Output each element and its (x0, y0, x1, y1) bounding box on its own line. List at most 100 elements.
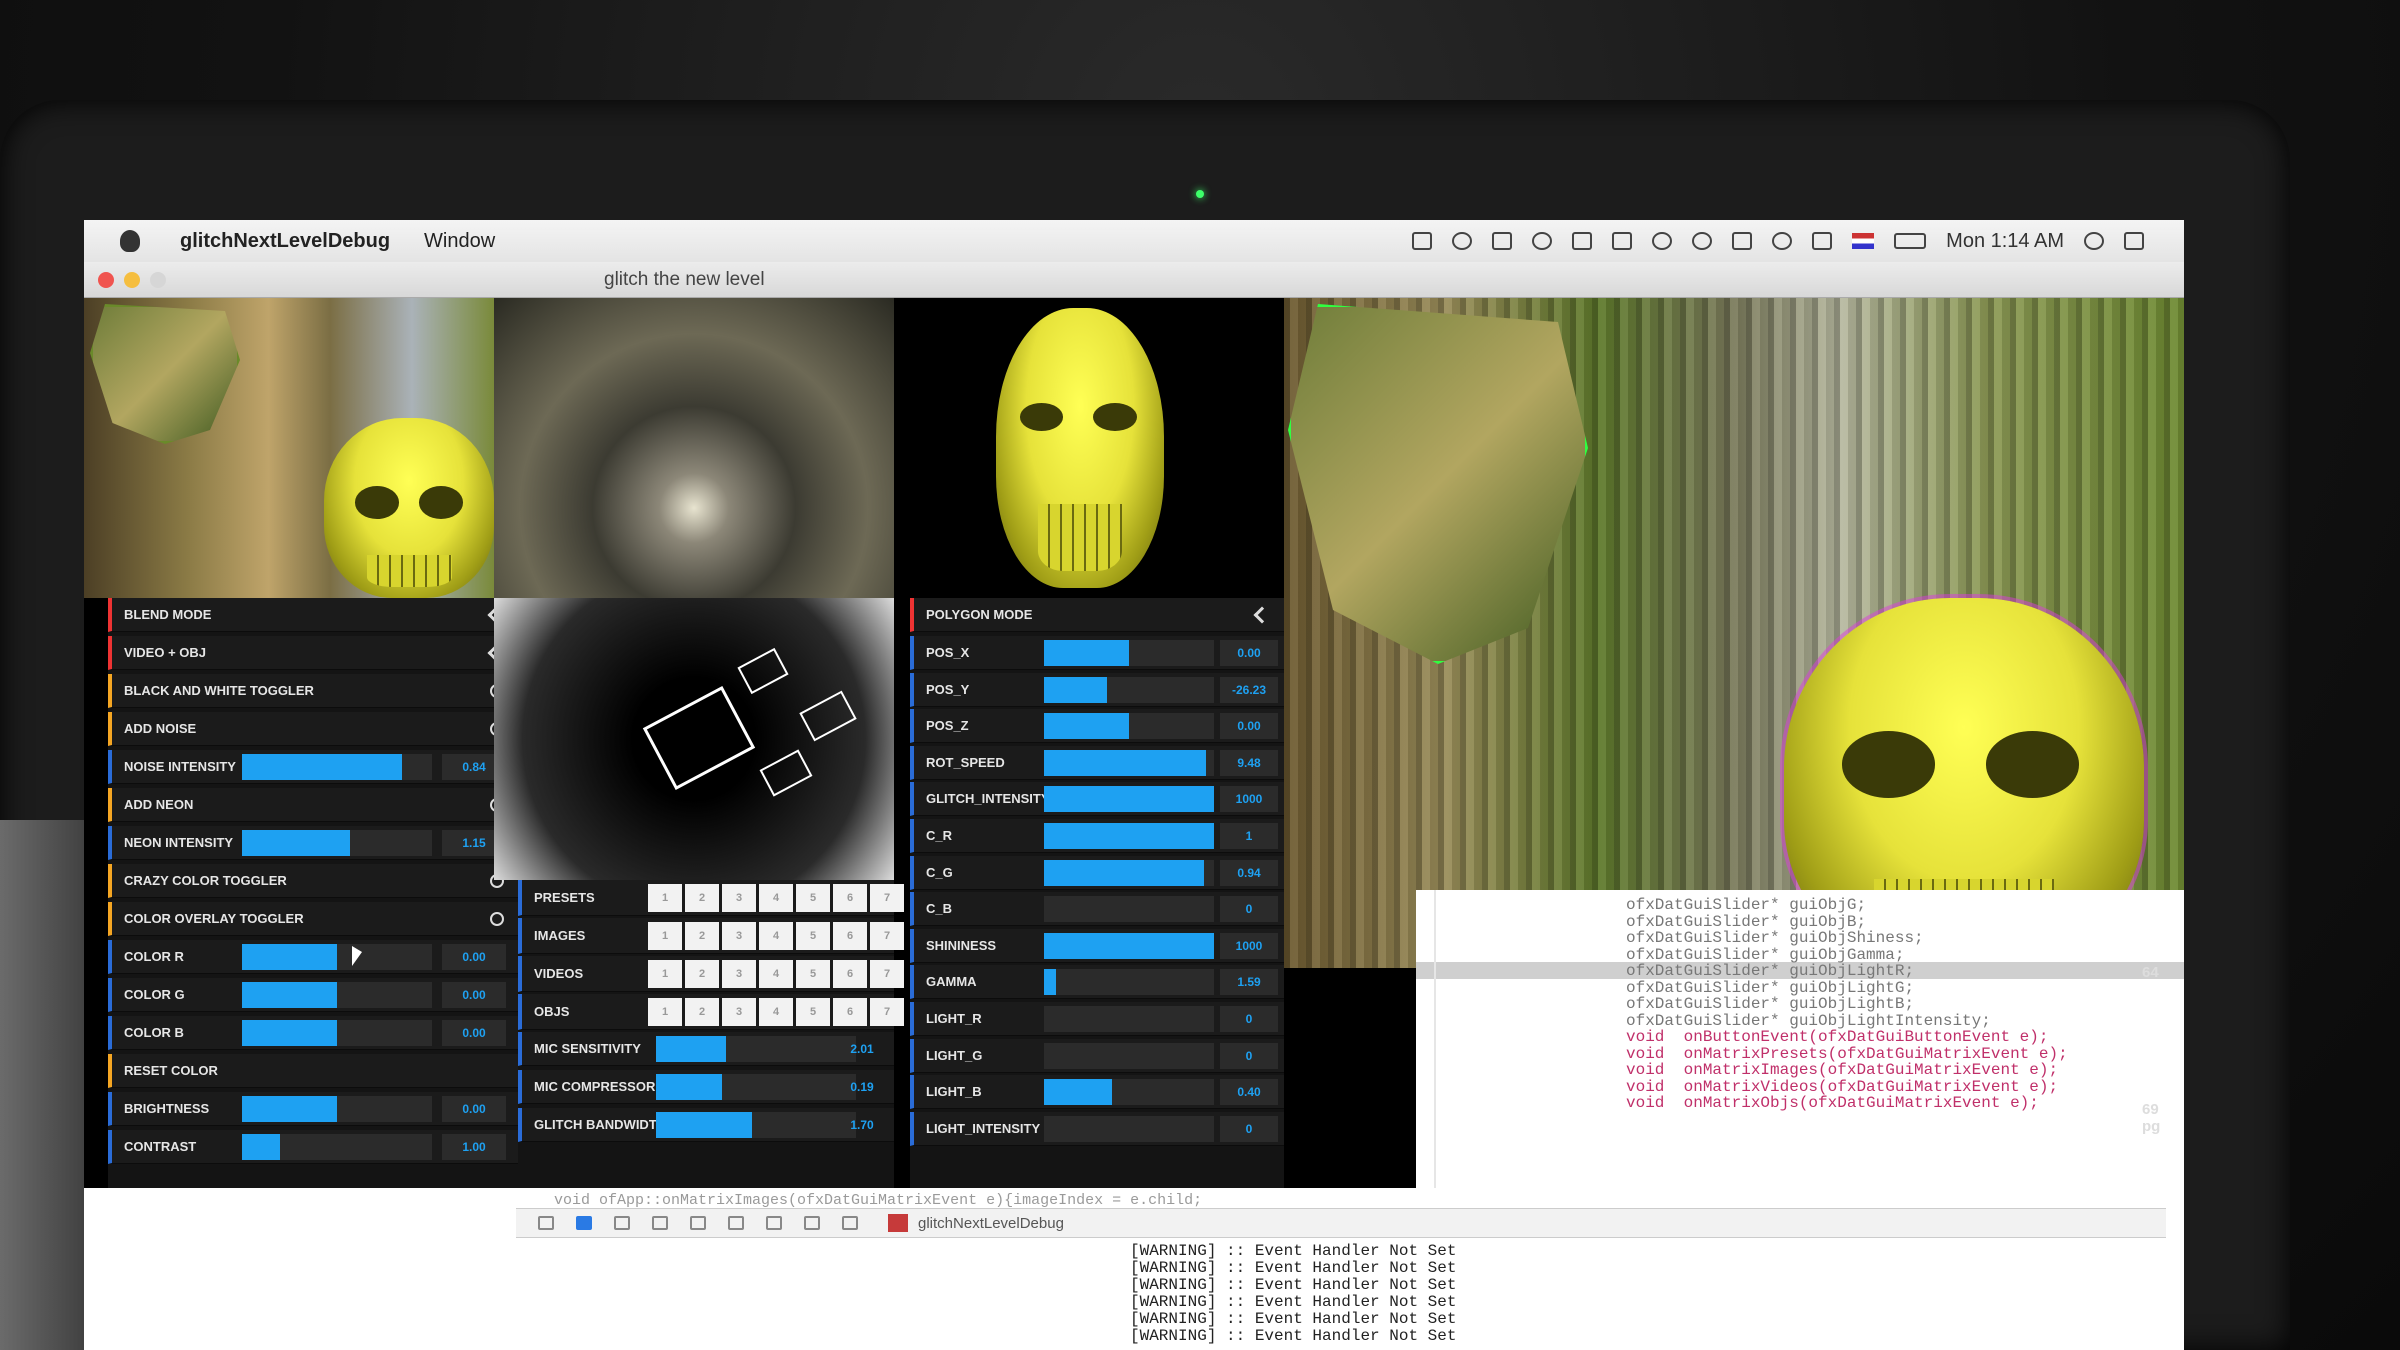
slider-value[interactable]: 0 (1220, 896, 1278, 923)
neon-intensity-slider[interactable]: NEON INTENSITY 1.15 (108, 826, 518, 860)
debug-console[interactable]: [WARNING] :: Event Handler Not Set [WARNI… (1130, 1242, 1456, 1345)
slider-value[interactable]: 1000 (1220, 786, 1278, 813)
bluetooth-icon[interactable] (1732, 232, 1753, 250)
hide-debug-area-icon[interactable] (538, 1216, 554, 1230)
slider-track[interactable] (1044, 640, 1214, 666)
debug-target[interactable]: glitchNextLevelDebug (888, 1214, 1064, 1232)
matrix-cell[interactable]: 3 (722, 922, 756, 950)
mic-sensitivity-slider[interactable]: MIC SENSITIVITY 2.01 (518, 1032, 894, 1066)
slider-value[interactable]: 1.70 (832, 1112, 892, 1138)
matrix-cell[interactable]: 6 (833, 922, 867, 950)
apple-menu-icon[interactable] (120, 230, 140, 252)
slider-track[interactable] (1044, 1079, 1214, 1106)
slider-track[interactable] (242, 1096, 432, 1122)
slider-rot-speed[interactable]: ROT_SPEED 9.48 (910, 745, 1284, 780)
slider-track[interactable] (1044, 676, 1214, 703)
slider-track[interactable] (242, 1020, 432, 1046)
slider-value[interactable]: 2.01 (832, 1036, 892, 1062)
slider-track[interactable] (242, 944, 432, 970)
slider-value[interactable]: 9.48 (1220, 749, 1278, 776)
matrix-buttons[interactable]: 1234567 (648, 922, 904, 950)
slider-pos-x[interactable]: POS_X 0.00 (910, 636, 1284, 670)
slider-track[interactable] (1044, 1042, 1214, 1069)
slider-glitch-intensity[interactable]: GLITCH_INTENSITY 1000 (910, 782, 1284, 817)
matrix-cell[interactable]: 4 (759, 960, 793, 988)
bookmark-icon[interactable] (1492, 232, 1513, 250)
slider-track[interactable] (242, 982, 432, 1008)
airplay-icon[interactable] (1612, 232, 1633, 250)
matrix-cell[interactable]: 1 (648, 998, 682, 1026)
video-obj-dropdown[interactable]: VIDEO + OBJ (108, 636, 518, 670)
slider-track[interactable] (656, 1112, 856, 1138)
color-b-slider[interactable]: COLOR B 0.00 (108, 1016, 518, 1050)
slider-c-b[interactable]: C_B 0 (910, 892, 1284, 927)
record-icon[interactable] (1532, 232, 1553, 250)
dropbox-icon[interactable] (1412, 232, 1433, 250)
evernote-icon[interactable] (1572, 232, 1593, 250)
slider-track[interactable] (242, 754, 432, 780)
zoom-window-button[interactable] (150, 272, 166, 288)
color-overlay-toggle[interactable]: COLOR OVERLAY TOGGLER (108, 902, 518, 936)
matrix-cell[interactable]: 3 (722, 998, 756, 1026)
slider-track[interactable] (1044, 749, 1214, 776)
matrix-cell[interactable]: 6 (833, 960, 867, 988)
matrix-cell[interactable]: 5 (796, 884, 830, 912)
matrix-cell[interactable]: 2 (685, 884, 719, 912)
close-window-button[interactable] (98, 272, 114, 288)
clock[interactable]: Mon 1:14 AM (1946, 230, 2064, 253)
sync-icon[interactable] (1452, 232, 1473, 250)
breakpoints-icon[interactable] (576, 1216, 592, 1230)
slider-track[interactable] (1044, 859, 1214, 886)
matrix-cell[interactable]: 3 (722, 884, 756, 912)
slider-track[interactable] (1044, 896, 1214, 923)
slider-value[interactable]: 0 (1220, 1115, 1278, 1142)
view-hierarchy-icon[interactable] (766, 1216, 782, 1230)
color-r-slider[interactable]: COLOR R 0.00 (108, 940, 518, 974)
contrast-slider[interactable]: CONTRAST 1.00 (108, 1130, 518, 1164)
add-noise-toggle[interactable]: ADD NOISE (108, 712, 518, 746)
step-over-icon[interactable] (652, 1216, 668, 1230)
slider-value[interactable]: 1 (1220, 823, 1278, 849)
slider-light-r[interactable]: LIGHT_R 0 (910, 1002, 1284, 1036)
noise-intensity-slider[interactable]: NOISE INTENSITY 0.84 (108, 750, 518, 784)
matrix-cell[interactable]: 1 (648, 884, 682, 912)
slider-track[interactable] (1044, 786, 1214, 813)
slider-value[interactable]: 0.00 (442, 944, 506, 970)
blend-mode-dropdown[interactable]: BLEND MODE (108, 598, 518, 632)
slider-track[interactable] (1044, 1115, 1214, 1142)
slider-track[interactable] (1044, 969, 1214, 996)
slider-value[interactable]: 0.00 (442, 982, 506, 1008)
slider-light-intensity[interactable]: LIGHT_INTENSITY 0 (910, 1111, 1284, 1146)
matrix-cell[interactable]: 2 (685, 960, 719, 988)
matrix-cell[interactable]: 4 (759, 884, 793, 912)
slider-value[interactable]: 0.94 (1220, 859, 1278, 886)
reset-color-button[interactable]: RESET COLOR (108, 1054, 518, 1088)
slider-pos-y[interactable]: POS_Y -26.23 (910, 672, 1284, 707)
matrix-cell[interactable]: 7 (870, 922, 904, 950)
add-neon-toggle[interactable]: ADD NEON (108, 788, 518, 822)
volume-icon[interactable] (1812, 232, 1833, 250)
slider-value[interactable]: 1.59 (1220, 969, 1278, 996)
notification-center-icon[interactable] (2124, 232, 2144, 250)
step-into-icon[interactable] (690, 1216, 706, 1230)
crazy-color-toggle[interactable]: CRAZY COLOR TOGGLER (108, 864, 518, 898)
slider-value[interactable]: 1000 (1220, 932, 1278, 959)
slider-track[interactable] (1044, 713, 1214, 740)
black-white-toggle[interactable]: BLACK AND WHITE TOGGLER (108, 674, 518, 708)
polygon-mode-dropdown[interactable]: POLYGON MODE (910, 598, 1284, 632)
matrix-buttons[interactable]: 1234567 (648, 998, 904, 1026)
slider-pos-z[interactable]: POS_Z 0.00 (910, 709, 1284, 744)
matrix-cell[interactable]: 6 (833, 998, 867, 1026)
slider-value[interactable]: 0.19 (832, 1074, 892, 1100)
slider-gamma[interactable]: GAMMA 1.59 (910, 965, 1284, 1000)
matrix-buttons[interactable]: 1234567 (648, 960, 904, 988)
slider-value[interactable]: -26.23 (1220, 676, 1278, 703)
slider-track[interactable] (242, 830, 432, 856)
step-out-icon[interactable] (728, 1216, 744, 1230)
time-machine-icon[interactable] (1692, 232, 1713, 250)
matrix-cell[interactable]: 5 (796, 960, 830, 988)
input-source-flag-icon[interactable] (1852, 233, 1875, 249)
mic-compressor-slider[interactable]: MIC COMPRESSOR 0.19 (518, 1070, 894, 1104)
matrix-cell[interactable]: 5 (796, 998, 830, 1026)
matrix-cell[interactable]: 7 (870, 884, 904, 912)
